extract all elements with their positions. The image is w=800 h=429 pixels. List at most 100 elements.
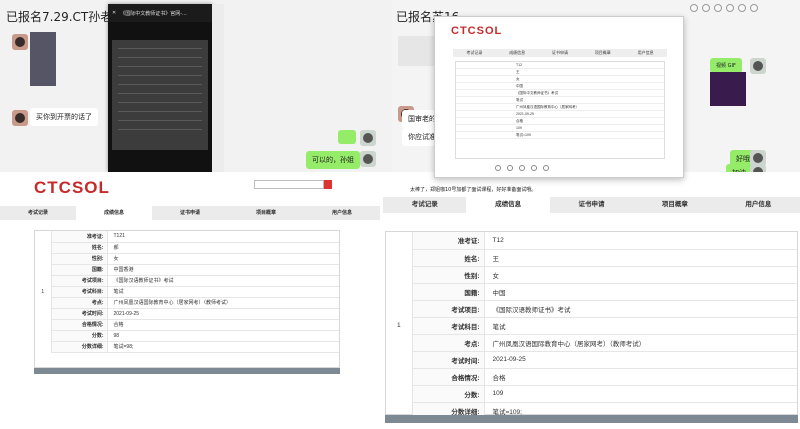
row-index: 1 bbox=[35, 231, 52, 352]
logo: CTCSOL bbox=[451, 25, 503, 37]
table-row: 国籍: 中国 bbox=[386, 283, 797, 301]
table-row: 合格情况: 合格 bbox=[35, 319, 339, 331]
mini-row: 广州凤凰汉语国际教育中心（居家网考） bbox=[456, 104, 664, 111]
field-value: 109 bbox=[484, 385, 797, 403]
image-thumbnail[interactable] bbox=[30, 32, 56, 86]
field-label: 性别: bbox=[51, 253, 108, 265]
viewer-toolbar bbox=[495, 163, 635, 173]
field-value: 笔试 bbox=[107, 286, 339, 298]
scissors-icon[interactable] bbox=[702, 4, 710, 12]
tab-certificate[interactable]: 证书申请 bbox=[152, 206, 228, 220]
field-value: 广州凤凰汉语国际教育中心（居家网考）（教师考试） bbox=[107, 297, 339, 309]
field-label: 分数详细: bbox=[51, 341, 108, 353]
mini-nav-item: 用户信息 bbox=[637, 50, 654, 55]
tab-project[interactable]: 项目概章 bbox=[633, 197, 716, 213]
phone-title: 《国际中文教师证书》官网-... bbox=[120, 11, 187, 17]
tab-certificate[interactable]: 证书申请 bbox=[550, 197, 633, 213]
tab-exam-records[interactable]: 考试记录 bbox=[383, 197, 466, 213]
table-row: 1 准考证: T12 bbox=[386, 232, 797, 419]
score-table: 1 准考证: T12 姓名: 王性别: 女国籍: 中国 考试项目: 《国际汉语教师证书》考试 考试… bbox=[385, 231, 798, 420]
field-label: 考点: bbox=[51, 297, 108, 309]
chat-bubble: 加油 bbox=[726, 164, 752, 172]
mini-row: 109 bbox=[456, 125, 664, 132]
field-label: 考试项目: bbox=[51, 275, 108, 287]
field-label: 分数: bbox=[51, 330, 108, 342]
tab-project[interactable]: 项目概章 bbox=[228, 206, 304, 220]
chat-bubble: 视频 GIF bbox=[710, 58, 742, 73]
table-row: 考试项目: 《国际汉语教师证书》考试 bbox=[386, 300, 797, 318]
avatar[interactable] bbox=[12, 34, 28, 50]
screenshot-collage: 已报名7.29.CT孙老CTCSO 买你到开票的话了 可以的，孙姐 ✕ 《国际中… bbox=[0, 0, 800, 429]
field-label: 准考证: bbox=[51, 231, 108, 243]
field-label: 准考证: bbox=[412, 232, 485, 250]
table-row: 分数: 109 bbox=[386, 385, 797, 403]
avatar[interactable] bbox=[360, 151, 376, 167]
field-label: 考试时间: bbox=[51, 308, 108, 320]
close-icon[interactable]: ✕ bbox=[112, 10, 116, 16]
phone-icon[interactable] bbox=[738, 4, 746, 12]
field-value: 2021-09-25 bbox=[484, 351, 797, 369]
tab-score-info[interactable]: 成绩信息 bbox=[76, 206, 152, 220]
search-button[interactable] bbox=[324, 180, 332, 189]
avatar[interactable] bbox=[360, 130, 376, 146]
avatar[interactable] bbox=[750, 164, 766, 172]
field-value: 中国 bbox=[484, 283, 797, 301]
video-icon[interactable] bbox=[750, 4, 758, 12]
table-row: 考试项目: 《国际汉语教师证书》考试 bbox=[35, 275, 339, 287]
field-value: 合格 bbox=[107, 319, 339, 331]
table-row: 考点: 广州凤凰汉语国际教育中心（居家网考）（教师考试） bbox=[35, 297, 339, 309]
field-value: 合格 bbox=[484, 368, 797, 386]
gif-thumbnail[interactable] bbox=[710, 72, 746, 106]
field-value: 98 bbox=[107, 330, 339, 342]
image-viewer-window[interactable]: CTCSOL 考试记录 成绩信息 证书申请 项目概章 用户信息 T12 王 女 … bbox=[434, 16, 684, 178]
more-icon[interactable] bbox=[543, 165, 549, 171]
mini-row: 合格 bbox=[456, 118, 664, 125]
emoji-bubble bbox=[338, 130, 356, 144]
main-nav: 考试记录 成绩信息 证书申请 项目概章 用户信息 bbox=[0, 206, 380, 220]
field-label: 国籍: bbox=[51, 264, 108, 276]
avatar[interactable] bbox=[750, 58, 766, 74]
field-label: 国籍: bbox=[412, 283, 485, 301]
field-value: 广州凤凰汉语国际教育中心（居家网考）（教师考试） bbox=[484, 334, 797, 352]
download-icon[interactable] bbox=[531, 165, 537, 171]
tab-user-info[interactable]: 用户信息 bbox=[304, 206, 380, 220]
tab-score-info[interactable]: 成绩信息 bbox=[466, 197, 550, 213]
field-value: 《国际汉语教师证书》考试 bbox=[107, 275, 339, 287]
field-value: 中国香港 bbox=[107, 264, 339, 276]
mini-row: T12 bbox=[456, 62, 664, 69]
phone-header: ✕ 《国际中文教师证书》官网-... bbox=[108, 4, 212, 22]
table-row: 性别: 女 bbox=[35, 253, 339, 265]
mini-row: 中国 bbox=[456, 83, 664, 90]
mini-nav-item: 项目概章 bbox=[594, 50, 611, 55]
mini-row: 《国际中文教师证书》考试 bbox=[456, 90, 664, 97]
field-value: 笔试=98; bbox=[107, 341, 339, 353]
field-value: 王 bbox=[484, 249, 797, 267]
mini-row: 王 bbox=[456, 69, 664, 76]
rotate-icon[interactable] bbox=[519, 165, 525, 171]
field-value: T121 bbox=[107, 231, 339, 243]
field-value: 女 bbox=[484, 266, 797, 284]
chat-icon[interactable] bbox=[726, 4, 734, 12]
table-row: 合格情况: 合格 bbox=[386, 368, 797, 386]
avatar[interactable] bbox=[12, 110, 28, 126]
mini-nav-item: 考试记录 bbox=[466, 50, 483, 55]
mini-nav: 考试记录 成绩信息 证书申请 项目概章 用户信息 bbox=[453, 49, 667, 57]
search-input[interactable] bbox=[254, 180, 324, 189]
tab-exam-records[interactable]: 考试记录 bbox=[0, 206, 76, 220]
mini-row: 笔试 bbox=[456, 97, 664, 104]
folder-icon[interactable] bbox=[714, 4, 722, 12]
phone-screenshot[interactable]: ✕ 《国际中文教师证书》官网-... bbox=[108, 4, 212, 172]
mini-row: 2021-09-25 bbox=[456, 111, 664, 118]
field-value: 2021-09-25 bbox=[107, 308, 339, 320]
field-label: 性别: bbox=[412, 266, 485, 284]
tab-user-info[interactable]: 用户信息 bbox=[717, 197, 800, 213]
toolbar-icons bbox=[690, 4, 800, 14]
emoji-icon[interactable] bbox=[690, 4, 698, 12]
score-page-right: 考试记录 成绩信息 证书申请 项目概章 用户信息 1 准考证: T12 姓名: 王性别:… bbox=[383, 193, 800, 429]
main-nav: 考试记录 成绩信息 证书申请 项目概章 用户信息 bbox=[383, 197, 800, 213]
field-label: 考试项目: bbox=[412, 300, 485, 318]
table-row: 国籍: 中国香港 bbox=[35, 264, 339, 276]
zoom-in-icon[interactable] bbox=[495, 165, 501, 171]
image-thumbnail[interactable] bbox=[398, 36, 438, 66]
zoom-out-icon[interactable] bbox=[507, 165, 513, 171]
